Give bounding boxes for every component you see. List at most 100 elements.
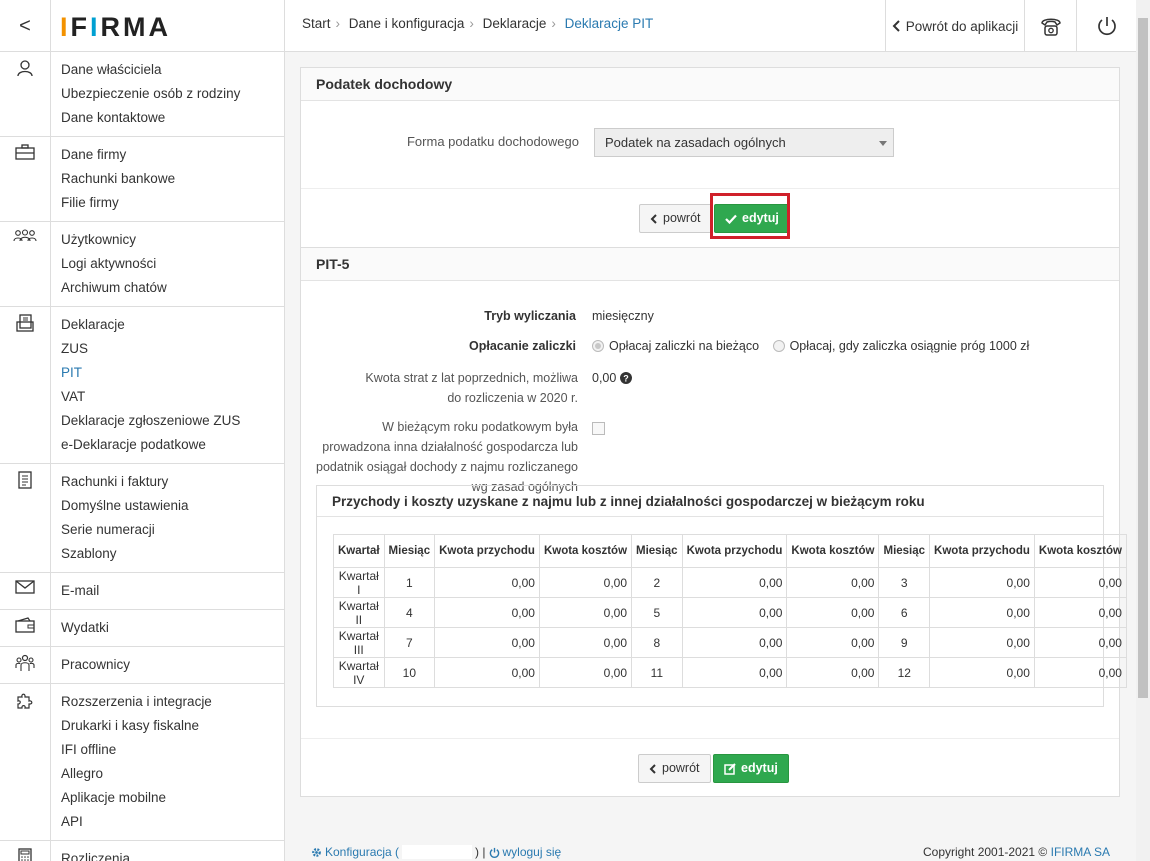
sidebar-item[interactable]: Rozszerzenia i integracje (61, 690, 212, 714)
employees-icon (0, 647, 51, 683)
company-link[interactable]: IFIRMA SA (1051, 845, 1110, 859)
sidebar-group: Rozszerzenia i integracje Drukarki i kasy… (0, 684, 284, 841)
sidebar-group: Rachunki i faktury Domyślne ustawienia Ser… (0, 464, 284, 573)
sidebar-item[interactable]: Deklaracje zgłoszeniowe ZUS (61, 409, 240, 433)
table-cell: 0,00 (1033, 567, 1127, 598)
sidebar-item[interactable]: Drukarki i kasy fiskalne (61, 714, 212, 738)
svg-text:?: ? (624, 374, 630, 384)
sidebar-item[interactable]: Wydatki (61, 616, 109, 640)
tax-form-label: Forma podatku dochodowego (406, 134, 579, 149)
return-to-app-button[interactable]: Powrót do aplikacji (885, 0, 1024, 52)
sidebar-item[interactable]: PIT (61, 361, 240, 385)
tax-form-select[interactable]: Podatek na zasadach ogólnych (594, 128, 894, 157)
sidebar-group-items: E-mail (51, 573, 99, 609)
back-button-top[interactable]: powrót (639, 204, 712, 233)
table-row: Kwartał III 7 0,00 0,00 8 0,00 0,00 9 0,00 0,00 (333, 627, 1127, 658)
breadcrumb-item-start[interactable]: Start (302, 16, 331, 31)
sidebar-group: RozliczeniaRozliczenia z pracownikami (0, 841, 284, 861)
breadcrumb-item-config[interactable]: Dane i konfiguracja (349, 16, 465, 31)
mode-label: Tryb wyliczania (484, 309, 576, 323)
caret-down-icon (879, 141, 887, 146)
sidebar-item[interactable]: ZUS (61, 337, 240, 361)
sidebar-group-items: Pracownicy (51, 647, 130, 683)
logo[interactable]: IFIRMA (60, 12, 171, 43)
other-activity-checkbox[interactable] (592, 422, 605, 435)
sidebar-item[interactable]: Serie numeracji (61, 518, 189, 542)
sidebar-group: Pracownicy (0, 647, 284, 684)
sidebar-item[interactable]: Dane właściciela (61, 58, 240, 82)
table-cell: 0,00 (1033, 627, 1127, 658)
phone-button[interactable] (1024, 0, 1076, 52)
sidebar-item[interactable]: Szablony (61, 542, 189, 566)
sidebar-item[interactable]: API (61, 810, 212, 834)
back-button-label: powrót (663, 211, 701, 225)
sidebar-item[interactable]: Rachunki bankowe (61, 167, 175, 191)
table-cell: 3 (878, 567, 931, 598)
table-cell: 0,00 (786, 567, 880, 598)
help-icon[interactable]: ? (620, 372, 633, 384)
table-body: Kwartał I 1 0,00 0,00 2 0,00 0,00 3 0,00 0,00 Kwar… (333, 567, 1127, 688)
sidebar-item[interactable]: Rachunki i faktury (61, 470, 189, 494)
sidebar-item[interactable]: e-Deklaracje podatkowe (61, 433, 240, 457)
logout-link[interactable]: wyloguj się (503, 845, 562, 859)
table-cell: 0,00 (929, 657, 1035, 688)
copyright-text: Copyright 2001-2021 © (923, 845, 1048, 859)
calculator-icon (0, 841, 51, 861)
scrollbar-thumb[interactable] (1138, 18, 1148, 698)
sidebar-item[interactable]: Allegro (61, 762, 212, 786)
sidebar-item[interactable]: Deklaracje (61, 313, 240, 337)
losses-value-wrap: 0,00 ? (592, 371, 633, 385)
sidebar-item[interactable]: Dane firmy (61, 143, 175, 167)
table-header-cell: Miesiąc (383, 534, 436, 568)
sidebar-item[interactable]: E-mail (61, 579, 99, 603)
table-cell: 0,00 (786, 657, 880, 688)
income-tax-form: Forma podatku dochodowego Podatek na zas… (301, 101, 1119, 189)
copyright: Copyright 2001-2021 © IFIRMA SA (923, 845, 1110, 859)
back-button-bottom[interactable]: powrót (638, 754, 711, 783)
footer-separator: ) | (475, 845, 486, 859)
table-cell: 8 (631, 627, 683, 658)
power-icon (489, 847, 499, 858)
table-cell: 0,00 (681, 567, 788, 598)
sidebar-item[interactable]: Dane kontaktowe (61, 106, 240, 130)
sidebar-collapse-button[interactable]: < (0, 0, 51, 52)
table-row: Kwartał IV 10 0,00 0,00 11 0,00 0,00 12 0,00 0,00 (333, 657, 1127, 688)
mode-value: miesięczny (592, 309, 654, 323)
table-cell: 4 (383, 597, 436, 628)
redacted-account (402, 845, 473, 859)
table-cell: Kwartał II (333, 597, 385, 628)
sidebar-item[interactable]: Użytkownicy (61, 228, 167, 252)
breadcrumb-item-declarations[interactable]: Deklaracje (483, 16, 547, 31)
sidebar-group-items: Rachunki i faktury Domyślne ustawienia Ser… (51, 464, 189, 572)
sidebar-item[interactable]: Rozliczenia (61, 847, 227, 861)
sidebar-group-items: Dane właściciela Ubezpieczenie osób z rod… (51, 52, 240, 136)
return-to-app-label: Powrót do aplikacji (905, 18, 1019, 34)
radio-unchecked-icon (772, 340, 785, 352)
table-cell: 1 (383, 567, 436, 598)
chevron-left-icon (892, 20, 900, 32)
config-link[interactable]: Konfiguracja ( (325, 845, 399, 859)
sidebar-item[interactable]: Archiwum chatów (61, 276, 167, 300)
breadcrumb: Start › Dane i konfiguracja › Deklaracje › … (302, 16, 654, 31)
advance-option-threshold[interactable]: Opłacaj, gdy zaliczka osiągnie próg 1000… (772, 339, 1029, 353)
logout-power-button[interactable] (1076, 0, 1136, 52)
sidebar-item[interactable]: Logi aktywności (61, 252, 167, 276)
income-costs-title: Przychody i koszty uzyskane z najmu lub … (317, 486, 1103, 517)
sidebar-item[interactable]: Pracownicy (61, 653, 130, 677)
radio-checked-icon (592, 340, 604, 352)
sidebar-group-items: RozliczeniaRozliczenia z pracownikami (51, 841, 227, 861)
table-header-cell: Kwartał (333, 534, 385, 568)
sidebar-item[interactable]: VAT (61, 385, 240, 409)
table-cell: 0,00 (786, 597, 880, 628)
sidebar-item[interactable]: Domyślne ustawienia (61, 494, 189, 518)
sidebar-item[interactable]: Ubezpieczenie osób z rodziny (61, 82, 240, 106)
page-scrollbar[interactable] (1136, 0, 1150, 861)
sidebar-item[interactable]: Filie firmy (61, 191, 175, 215)
power-icon (1097, 17, 1116, 36)
advance-option-current[interactable]: Opłacaj zaliczki na bieżąco (592, 339, 759, 353)
sidebar-item[interactable]: IFI offline (61, 738, 212, 762)
sidebar-item[interactable]: Aplikacje mobilne (61, 786, 212, 810)
edit-button-bottom[interactable]: edytuj (713, 754, 789, 783)
sidebar-group: Dane właściciela Ubezpieczenie osób z rod… (0, 52, 284, 137)
table-header-cell: Kwota kosztów (1033, 534, 1127, 568)
